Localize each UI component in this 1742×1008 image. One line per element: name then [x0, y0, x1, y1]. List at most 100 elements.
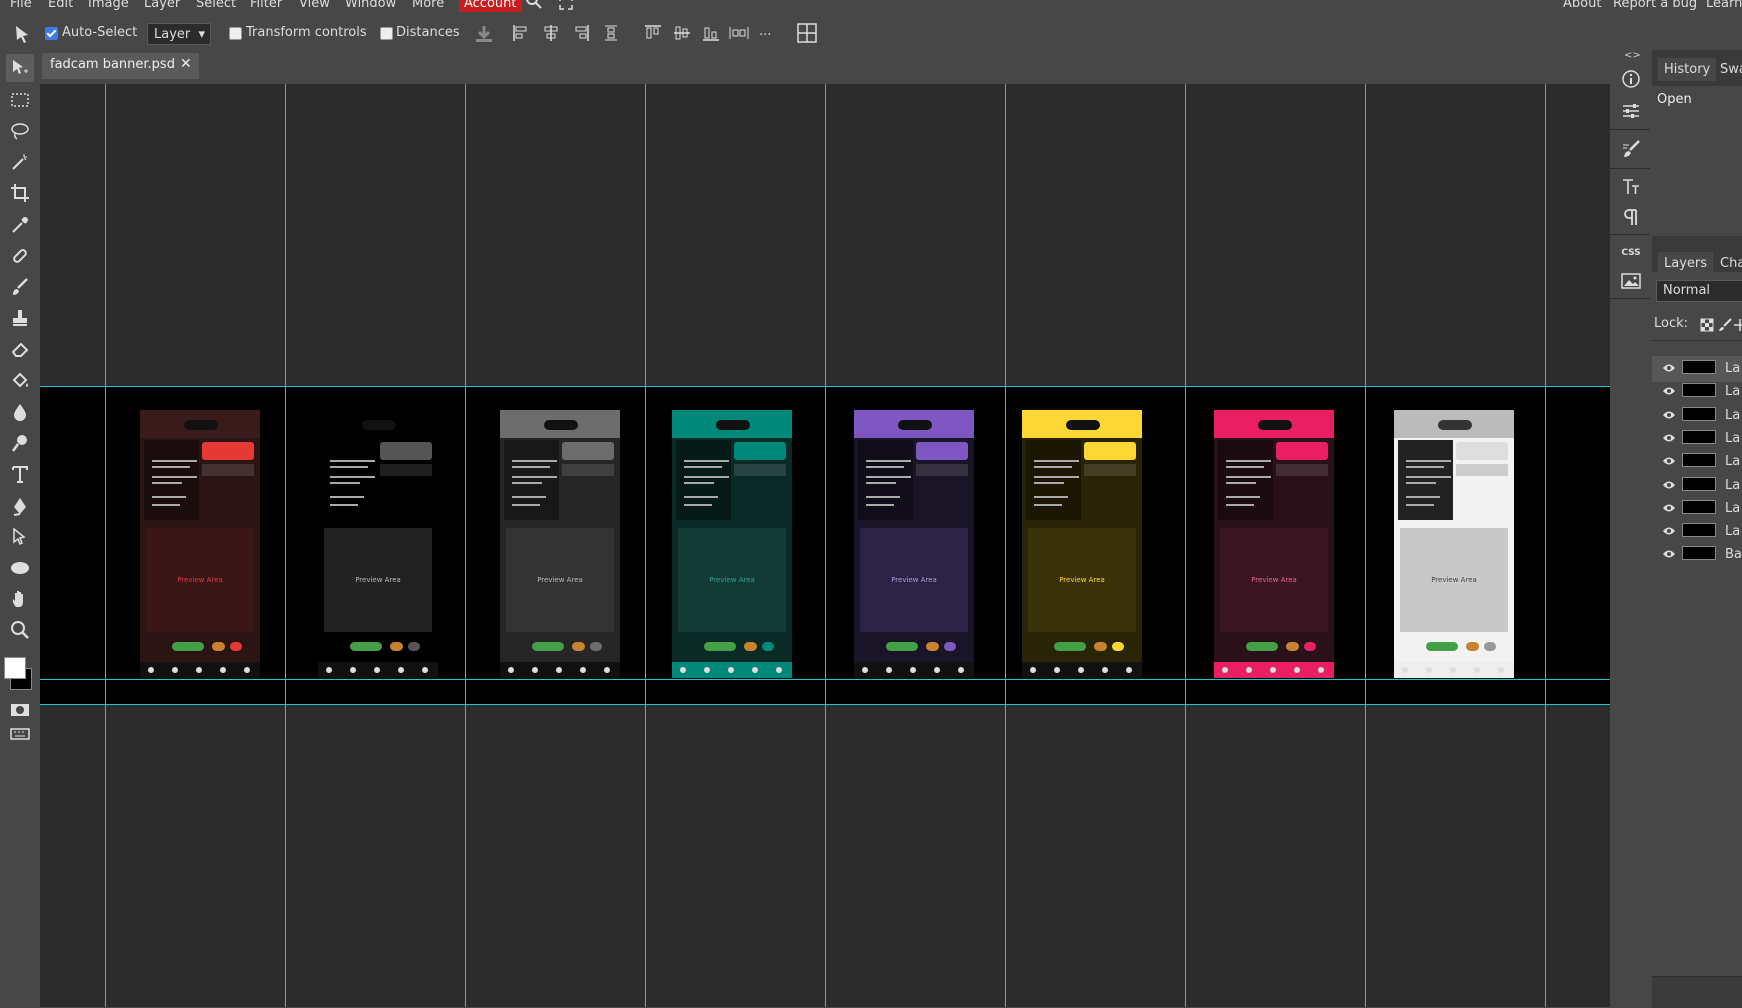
menu-layer[interactable]: Layer: [144, 0, 180, 11]
align-bottom-icon[interactable]: [702, 24, 720, 42]
guide-vertical[interactable]: [465, 84, 466, 1007]
layer-row[interactable]: La: [1652, 473, 1742, 499]
menu-edit[interactable]: Edit: [48, 0, 73, 11]
align-left-icon[interactable]: [512, 24, 530, 42]
visibility-eye-icon[interactable]: [1662, 526, 1676, 536]
info-icon[interactable]: [1620, 68, 1642, 90]
tab-channels[interactable]: Cha: [1720, 256, 1742, 271]
visibility-eye-icon[interactable]: [1662, 480, 1676, 490]
blur-tool-icon[interactable]: [6, 398, 34, 426]
collapse-panels-icon[interactable]: <>: [1624, 50, 1641, 61]
guide-vertical[interactable]: [1185, 84, 1186, 1007]
menu-window[interactable]: Window: [345, 0, 396, 11]
align-middle-icon[interactable]: [673, 24, 691, 42]
dodge-tool-icon[interactable]: [6, 429, 34, 457]
hand-tool-icon[interactable]: [6, 585, 34, 613]
character-icon[interactable]: [1620, 176, 1642, 198]
css-icon[interactable]: CSS: [1620, 242, 1642, 264]
layer-row[interactable]: La: [1652, 403, 1742, 429]
visibility-eye-icon[interactable]: [1662, 386, 1676, 396]
more-options-button[interactable]: ...: [759, 24, 771, 39]
zoom-tool-icon[interactable]: [6, 616, 34, 644]
auto-select-checkbox[interactable]: [45, 27, 58, 40]
shape-tool-icon[interactable]: [6, 554, 34, 582]
visibility-eye-icon[interactable]: [1662, 410, 1676, 420]
canvas-workspace[interactable]: Preview Area Preview Area Preview Area Prev…: [40, 84, 1610, 1007]
paragraph-icon[interactable]: [1620, 206, 1642, 228]
fullscreen-icon[interactable]: [559, 0, 573, 12]
transform-controls-checkbox[interactable]: [229, 27, 242, 40]
menu-report-bug[interactable]: Report a bug: [1613, 0, 1697, 11]
lock-move-icon[interactable]: [1733, 318, 1742, 336]
adjustments-icon[interactable]: [1620, 100, 1642, 122]
guide-vertical[interactable]: [825, 84, 826, 1007]
visibility-eye-icon[interactable]: [1662, 363, 1676, 373]
tab-history[interactable]: History: [1658, 58, 1717, 81]
visibility-eye-icon[interactable]: [1662, 549, 1676, 559]
keyboard-icon[interactable]: [6, 720, 34, 748]
type-tool-icon[interactable]: [6, 460, 34, 488]
magic-wand-tool-icon[interactable]: [6, 148, 34, 176]
move-tool-icon[interactable]: [6, 54, 34, 82]
eyedropper-tool-icon[interactable]: [6, 211, 34, 239]
layer-select-dropdown[interactable]: Layer ▾: [147, 23, 211, 45]
crop-tool-icon[interactable]: [6, 179, 34, 207]
marquee-tool-icon[interactable]: [6, 86, 34, 114]
blend-mode-select[interactable]: Normal: [1656, 280, 1742, 302]
guide-vertical[interactable]: [645, 84, 646, 1007]
menu-filter[interactable]: Filter: [250, 0, 282, 11]
tab-swatches[interactable]: Swa: [1720, 62, 1742, 77]
layer-row[interactable]: La: [1652, 496, 1742, 522]
align-center-h-icon[interactable]: [542, 24, 560, 42]
layer-row[interactable]: La: [1652, 379, 1742, 405]
guide-vertical[interactable]: [1545, 84, 1546, 1007]
menu-file[interactable]: File: [10, 0, 32, 11]
clone-stamp-tool-icon[interactable]: [6, 304, 34, 332]
image-icon[interactable]: [1620, 270, 1642, 292]
foreground-color-swatch[interactable]: [4, 657, 26, 679]
pen-tool-icon[interactable]: [6, 492, 34, 520]
grid-icon[interactable]: [797, 23, 817, 43]
lasso-tool-icon[interactable]: [6, 117, 34, 145]
layer-row[interactable]: La: [1652, 426, 1742, 452]
brush-tool-icon[interactable]: [6, 273, 34, 301]
guide-vertical[interactable]: [1005, 84, 1006, 1007]
visibility-eye-icon[interactable]: [1662, 456, 1676, 466]
distribute-v-icon[interactable]: [728, 24, 749, 42]
search-icon[interactable]: [526, 0, 542, 12]
close-icon[interactable]: ✕: [180, 56, 192, 72]
layer-row[interactable]: La: [1652, 449, 1742, 475]
menu-learn[interactable]: Learn: [1706, 0, 1742, 11]
distances-checkbox[interactable]: [380, 27, 393, 40]
download-icon[interactable]: [474, 24, 492, 42]
layer-name: La: [1725, 524, 1741, 540]
visibility-eye-icon[interactable]: [1662, 503, 1676, 513]
lock-transparency-icon[interactable]: [1700, 318, 1714, 336]
guide-vertical[interactable]: [105, 84, 106, 1007]
distribute-h-icon[interactable]: [602, 24, 620, 42]
layer-name: La: [1725, 477, 1741, 493]
align-right-icon[interactable]: [572, 24, 590, 42]
paint-bucket-tool-icon[interactable]: [6, 367, 34, 395]
layer-row[interactable]: Ba: [1652, 542, 1742, 568]
document-tab[interactable]: fadcam banner.psd ✕: [42, 53, 199, 79]
eraser-tool-icon[interactable]: [6, 335, 34, 363]
layer-row[interactable]: La: [1652, 519, 1742, 545]
align-top-icon[interactable]: [644, 24, 662, 42]
guide-vertical[interactable]: [1365, 84, 1366, 1007]
history-item[interactable]: Open: [1657, 92, 1692, 107]
account-button[interactable]: Account: [459, 0, 522, 12]
lock-paint-icon[interactable]: [1718, 318, 1732, 336]
guide-vertical[interactable]: [285, 84, 286, 1007]
menu-about[interactable]: About: [1563, 0, 1601, 11]
healing-tool-icon[interactable]: [6, 242, 34, 270]
phone-mockup: Preview Area: [1022, 410, 1142, 678]
layer-row[interactable]: La: [1652, 356, 1742, 382]
menu-select[interactable]: Select: [196, 0, 236, 11]
menu-view[interactable]: View: [299, 0, 330, 11]
menu-image[interactable]: Image: [88, 0, 129, 11]
menu-more[interactable]: More: [412, 0, 444, 11]
visibility-eye-icon[interactable]: [1662, 433, 1676, 443]
path-select-tool-icon[interactable]: [6, 523, 34, 551]
brush-settings-icon[interactable]: [1620, 138, 1642, 160]
